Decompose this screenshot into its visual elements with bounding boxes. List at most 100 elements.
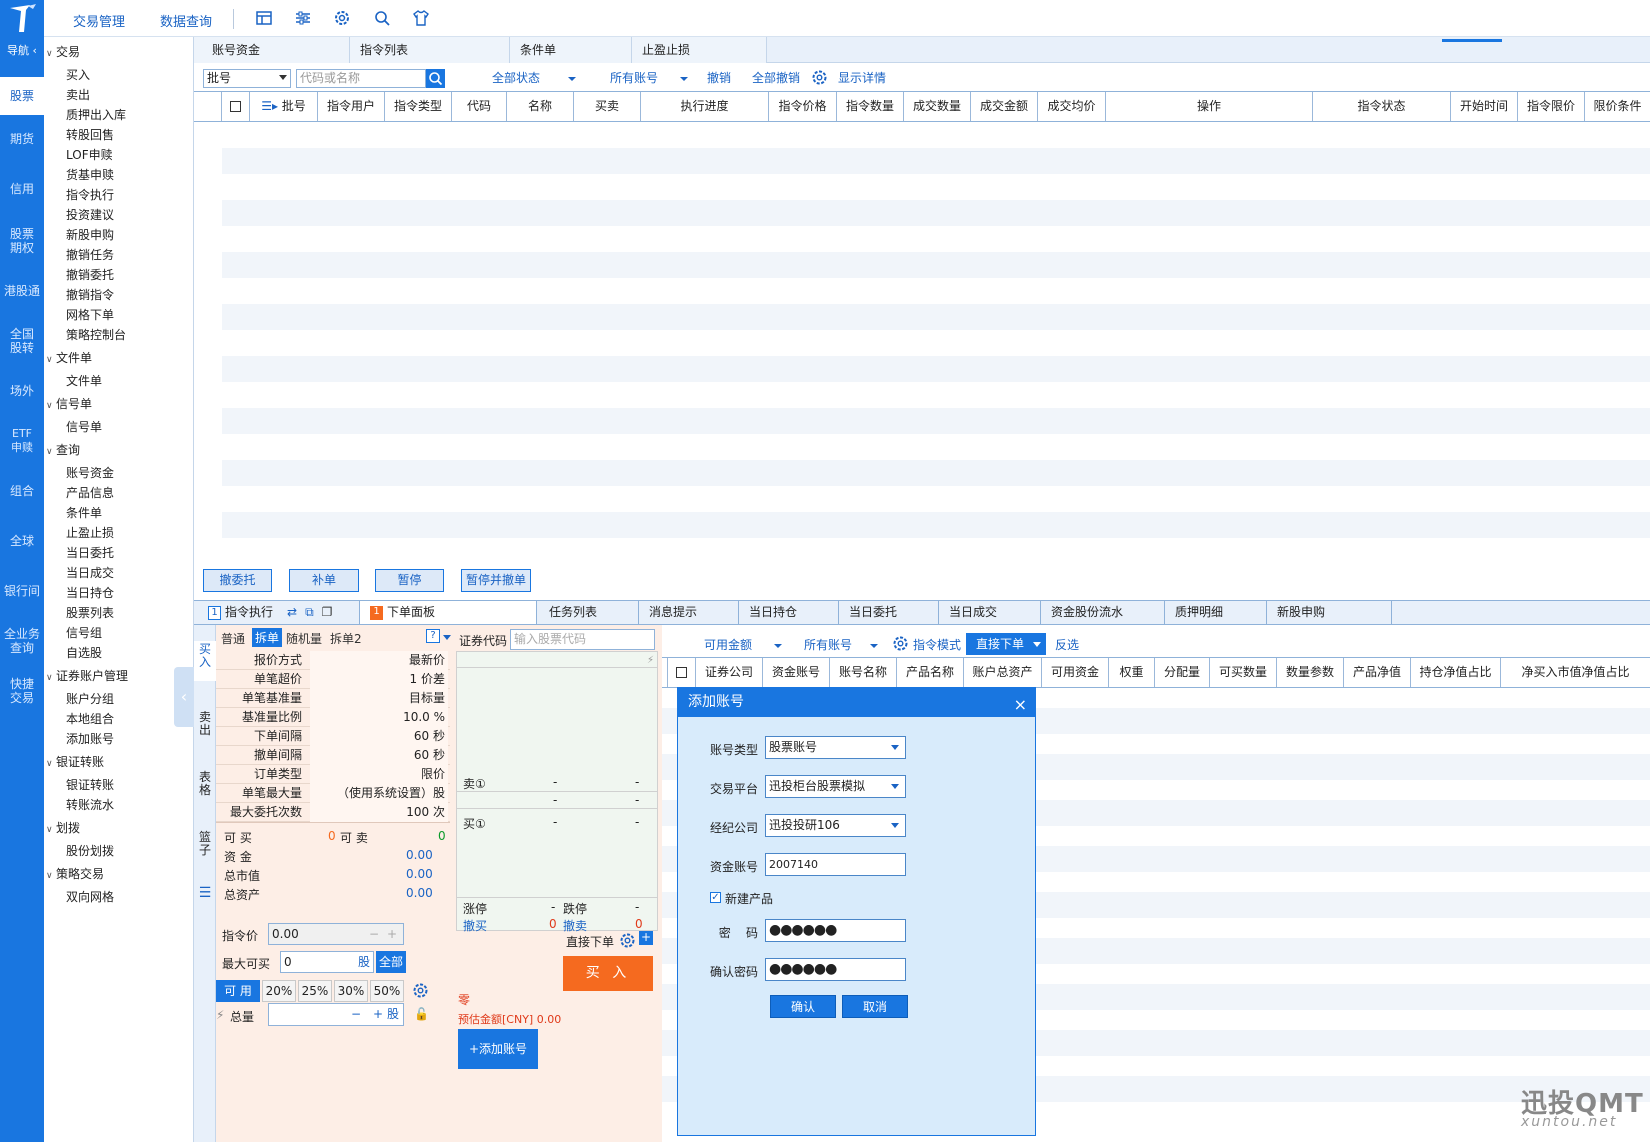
tab-task-list[interactable]: 任务列表 [537,601,639,624]
col-header[interactable]: 指令数量 [837,92,904,121]
gear-icon[interactable] [412,982,429,999]
tab-ipo-subscribe[interactable]: 新股申购 [1267,601,1392,624]
password-input[interactable]: ●●●●●● [765,919,906,942]
status-filter[interactable]: 全部状态 [492,69,577,86]
cancel-sell-link[interactable]: 撤卖 [563,917,587,934]
add-account-button[interactable]: +添加账号 [458,1029,538,1069]
account-filter[interactable]: 所有账号 [610,69,689,86]
tab-messages[interactable]: 消息提示 [639,601,739,624]
col-header[interactable]: 可用资金 [1042,658,1109,687]
help-icon[interactable]: ? [426,629,440,643]
tab-stop-profit-loss[interactable]: 止盈止损 [632,37,767,63]
col-header[interactable]: 指令用户 [318,92,385,121]
tree-item[interactable]: 指令执行 [66,186,114,203]
invert-selection-link[interactable]: 反选 [1055,636,1079,653]
mode-random[interactable]: 随机量 [286,630,322,647]
vtab-table[interactable]: 表格 [194,771,216,811]
param-value[interactable]: 1 价差 [310,670,448,689]
nav-item-interbank[interactable]: 银行间 [0,584,44,598]
col-header[interactable]: 名称 [507,92,574,121]
tree-item[interactable]: 信号单 [66,418,102,435]
plus-icon[interactable]: + [373,1004,383,1025]
tree-group-account-mgmt[interactable]: ∨ 证券账户管理 [46,667,128,684]
col-header[interactable]: 指令价格 [769,92,837,121]
col-batch[interactable]: ☰▸ 批号 [250,92,318,121]
pct-20-button[interactable]: 20% [262,980,296,1002]
sliders-icon[interactable] [294,9,312,27]
col-header[interactable]: 证券公司 [696,658,763,687]
buy-button[interactable]: 买 入 [563,956,653,991]
tree-item[interactable]: 当日持仓 [66,584,114,601]
tree-group-file-order[interactable]: ∨ 文件单 [46,349,92,366]
supplement-order-button[interactable]: 补单 [289,569,359,592]
select-all-checkbox[interactable] [668,658,696,687]
param-value[interactable]: 目标量 [310,689,448,708]
col-header[interactable]: 代码 [452,92,507,121]
search-input[interactable]: 代码或名称 [296,69,426,88]
col-header[interactable]: 成交数量 [904,92,971,121]
shirt-theme-icon[interactable] [412,9,430,27]
search-icon[interactable] [426,69,445,88]
tree-item[interactable]: 文件单 [66,372,102,389]
tree-item[interactable]: 双向网格 [66,888,114,905]
tab-instruction-execution[interactable]: 1 指令执行 ⇄ ⧉ ❐ [194,601,360,624]
tree-item[interactable]: 转账流水 [66,796,114,813]
nav-header[interactable]: 导航 ‹ [0,41,44,61]
nav-item-etf[interactable]: ETF申赎 [0,427,44,455]
tree-item[interactable]: 银证转账 [66,776,114,793]
plus-icon[interactable]: + [387,924,397,944]
security-code-input[interactable]: 输入股票代码 [510,629,655,650]
col-header[interactable]: 产品名称 [897,658,964,687]
nav-item-hk-connect[interactable]: 港股通 [0,284,44,298]
nav-item-stock-options[interactable]: 股票期权 [0,227,44,255]
collapse-handle[interactable]: ‹ [174,667,194,727]
tree-item[interactable]: 股票列表 [66,604,114,621]
confirm-button[interactable]: 确认 [770,995,836,1018]
popout-icon[interactable]: ⧉ [305,605,314,619]
tree-item[interactable]: 当日成交 [66,564,114,581]
select-all-checkbox[interactable] [222,92,250,121]
tree-item[interactable]: 信号组 [66,624,102,641]
confirm-password-input[interactable]: ●●●●●● [765,958,906,981]
minus-icon[interactable]: − [369,924,379,944]
col-header[interactable]: 分配量 [1155,658,1210,687]
col-header[interactable]: 执行进度 [641,92,769,121]
account-type-select[interactable]: 股票账号 [765,736,906,759]
tree-item[interactable]: 策略控制台 [66,326,126,343]
tree-item[interactable]: 当日委托 [66,544,114,561]
param-value[interactable]: 60 秒 [310,727,448,746]
nav-item-otc[interactable]: 场外 [0,384,44,398]
tab-account-funds[interactable]: 账号资金 [194,37,350,63]
menu-data-query[interactable]: 数据查询 [160,11,212,30]
tab-pledge-detail[interactable]: 质押明细 [1165,601,1267,624]
tree-item[interactable]: 条件单 [66,504,102,521]
unlock-icon[interactable]: 🔓 [414,1007,429,1021]
col-header[interactable]: 限价条件 [1585,92,1650,121]
available-amount-filter[interactable]: 可用金额 [704,636,783,653]
pause-button[interactable]: 暂停 [375,569,444,592]
col-header[interactable]: 买卖 [574,92,641,121]
tree-item[interactable]: 撤销任务 [66,246,114,263]
nav-item-portfolio[interactable]: 组合 [0,484,44,498]
tab-today-orders[interactable]: 当日委托 [839,601,939,624]
new-product-checkbox[interactable]: ✓ [710,892,721,903]
minus-icon[interactable]: − [351,1004,361,1025]
tree-item[interactable]: LOF申赎 [66,146,113,163]
vtab-sell[interactable]: 卖出 [194,711,216,751]
broker-select[interactable]: 迅投投研106 [765,814,906,837]
max-buy-input[interactable]: 0股 [280,951,374,973]
mode-normal[interactable]: 普通 [221,630,245,647]
col-header[interactable]: 操作 [1106,92,1313,121]
lightning-icon[interactable]: ⚡ [647,655,654,666]
tree-group-bank-transfer[interactable]: ∨ 银证转账 [46,753,104,770]
param-value[interactable]: 10.0 % [310,708,448,727]
cancel-order-button[interactable]: 撤委托 [203,569,272,592]
all-accounts-filter[interactable]: 所有账号 [804,636,879,653]
tree-item[interactable]: 股份划拨 [66,842,114,859]
pct-25-button[interactable]: 25% [298,980,332,1002]
param-value[interactable]: 最新价 [310,651,448,670]
param-value[interactable]: （使用系统设置）股 [310,784,448,803]
tree-item[interactable]: 产品信息 [66,484,114,501]
nav-item-stock[interactable]: 股票 [0,77,44,115]
add-icon[interactable]: + [639,931,653,945]
